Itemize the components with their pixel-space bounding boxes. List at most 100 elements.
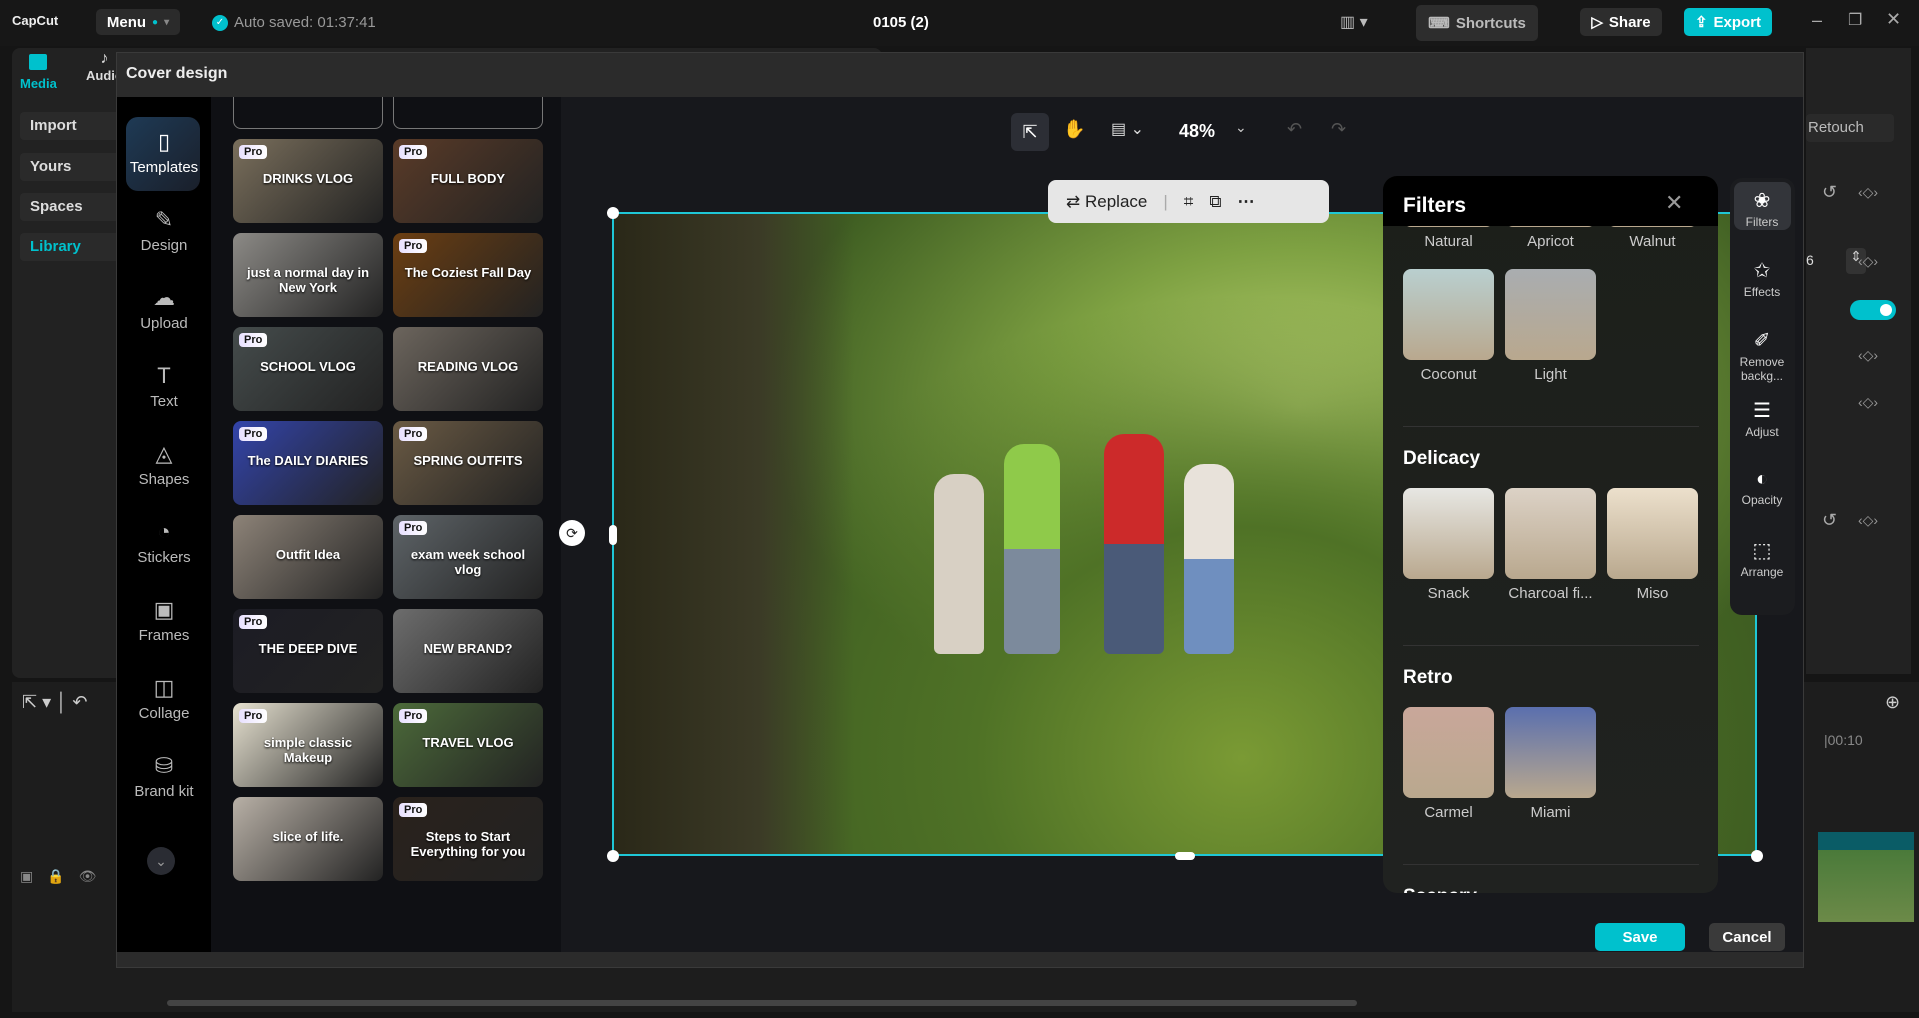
template-title: READING VLOG <box>417 359 519 374</box>
tab-media[interactable]: Media <box>20 50 57 91</box>
resize-handle[interactable] <box>609 525 617 545</box>
video-clip[interactable] <box>1818 832 1914 922</box>
tool-brand-kit[interactable]: ⛁ Brand kit <box>126 753 202 800</box>
template-title: slice of life. <box>272 829 344 844</box>
template-card[interactable]: Pro THE DEEP DIVE <box>233 609 383 693</box>
template-card[interactable] <box>393 97 543 129</box>
tool-remove-background[interactable]: ✐ Remove backg... <box>1730 328 1794 383</box>
select-tool-icon[interactable]: ⇱ ▾ │ ↶ <box>22 692 87 713</box>
tool-text[interactable]: T Text <box>126 363 202 410</box>
right-tool-column: ❀ Filters ✩ Effects ✐ Remove backg... ☰ Adjust ◐… <box>1730 178 1795 615</box>
hand-tool-icon[interactable]: ✋ <box>1063 119 1085 140</box>
more-icon[interactable]: ⋯ <box>1238 192 1255 212</box>
select-tool-button[interactable]: ⇱ <box>1011 113 1049 151</box>
tool-effects[interactable]: ✩ Effects <box>1730 258 1794 299</box>
resize-handle[interactable] <box>1175 852 1195 860</box>
keyframe-icon[interactable]: ‹◇› <box>1858 184 1878 201</box>
rotate-handle-icon[interactable]: ⟳ <box>559 520 585 546</box>
template-card[interactable]: Pro FULL BODY <box>393 139 543 223</box>
shortcuts-button[interactable]: ⌨ Shortcuts <box>1416 5 1538 41</box>
undo-icon[interactable]: ↶ <box>1287 119 1302 140</box>
template-card[interactable]: Pro exam week school vlog <box>393 515 543 599</box>
keyframe-icon[interactable]: ‹◇› <box>1858 347 1878 364</box>
filter-item[interactable]: Miami <box>1505 707 1596 821</box>
keyframe-icon[interactable]: ‹◇› <box>1858 253 1878 270</box>
template-card[interactable]: Outfit Idea <box>233 515 383 599</box>
close-icon[interactable]: ✕ <box>1665 190 1683 216</box>
filter-label: Walnut <box>1629 233 1676 250</box>
resize-handle[interactable] <box>607 207 619 219</box>
layout-icon[interactable]: ▤ ⌄ <box>1111 119 1144 139</box>
keyframe-icon[interactable]: ‹◇› <box>1858 394 1878 411</box>
template-card[interactable] <box>233 97 383 129</box>
layout-icon[interactable]: ▥ ▾ <box>1340 12 1368 32</box>
value-input[interactable]: 6 <box>1806 252 1814 268</box>
filter-item[interactable]: Charcoal fi... <box>1505 488 1596 602</box>
scroll-down-button[interactable]: ⌄ <box>147 847 175 875</box>
duplicate-icon[interactable]: ⧉ <box>1209 192 1221 212</box>
zoom-dropdown-icon[interactable]: ⌄ <box>1235 119 1247 136</box>
minimize-button[interactable]: – <box>1812 10 1822 31</box>
tool-label: Collage <box>138 705 190 722</box>
menu-button[interactable]: Menu ● ▾ <box>96 9 180 35</box>
template-card[interactable]: Pro The DAILY DIARIES <box>233 421 383 505</box>
collage-icon: ◫ <box>153 675 175 700</box>
template-card[interactable]: slice of life. <box>233 797 383 881</box>
zoom-in-icon[interactable]: ⊕ <box>1885 692 1900 713</box>
cancel-button[interactable]: Cancel <box>1709 923 1785 951</box>
tool-label: Templates <box>129 159 199 176</box>
keyframe-icon[interactable]: ‹◇› <box>1858 512 1878 529</box>
tool-arrange[interactable]: ⬚ Arrange <box>1730 538 1794 579</box>
pro-badge: Pro <box>399 145 428 159</box>
reset-icon[interactable]: ↺ <box>1822 510 1837 531</box>
redo-icon[interactable]: ↷ <box>1331 119 1346 140</box>
template-title: DRINKS VLOG <box>262 171 354 186</box>
template-card[interactable]: Pro SPRING OUTFITS <box>393 421 543 505</box>
filter-item[interactable]: Light <box>1505 269 1596 383</box>
tool-filters[interactable]: ❀ Filters <box>1730 188 1794 229</box>
close-button[interactable]: ✕ <box>1886 9 1901 30</box>
tool-collage[interactable]: ◫ Collage <box>126 675 202 722</box>
filter-item[interactable]: Miso <box>1607 488 1698 602</box>
resize-handle[interactable] <box>607 850 619 862</box>
toggle-switch[interactable] <box>1850 300 1896 320</box>
export-button[interactable]: ⇪ Export <box>1684 8 1772 36</box>
template-card[interactable]: just a normal day in New York <box>233 233 383 317</box>
template-card[interactable]: Pro TRAVEL VLOG <box>393 703 543 787</box>
timeline-scrollbar[interactable] <box>167 1000 1357 1006</box>
template-title: The DAILY DIARIES <box>247 453 369 468</box>
crop-icon[interactable]: ⌗ <box>1184 192 1194 212</box>
template-card[interactable]: NEW BRAND? <box>393 609 543 693</box>
tool-opacity[interactable]: ◐ Opacity <box>1730 468 1794 507</box>
templates-icon: ▯ <box>157 129 171 154</box>
track-controls[interactable]: ▣🔒👁 <box>20 868 110 885</box>
tool-label: Filters <box>1745 215 1779 229</box>
retouch-tab[interactable]: Retouch <box>1806 114 1894 142</box>
filter-item[interactable]: Carmel <box>1403 707 1494 821</box>
save-button[interactable]: Save <box>1595 923 1685 951</box>
tool-frames[interactable]: ▣ Frames <box>126 597 202 644</box>
restore-button[interactable]: ❐ <box>1848 10 1862 30</box>
share-button[interactable]: ▷ Share <box>1580 8 1662 36</box>
template-card[interactable]: READING VLOG <box>393 327 543 411</box>
stickers-icon: ◔ <box>157 519 171 544</box>
filter-item[interactable]: Snack <box>1403 488 1494 602</box>
filter-item[interactable]: Coconut <box>1403 269 1494 383</box>
tool-stickers[interactable]: ◔ Stickers <box>126 519 202 566</box>
template-card[interactable]: Pro simple classic Makeup <box>233 703 383 787</box>
resize-handle[interactable] <box>1751 850 1763 862</box>
tool-templates[interactable]: ▯ Templates <box>126 129 202 176</box>
template-card[interactable]: Pro SCHOOL VLOG <box>233 327 383 411</box>
tool-label: Effects <box>1743 285 1781 299</box>
template-card[interactable]: Pro Steps to Start Everything for you <box>393 797 543 881</box>
tool-design[interactable]: ✎ Design <box>126 207 202 254</box>
replace-button[interactable]: ⇄ Replace <box>1066 192 1147 212</box>
template-card[interactable]: Pro DRINKS VLOG <box>233 139 383 223</box>
tool-upload[interactable]: ☁ Upload <box>126 285 202 332</box>
reset-icon[interactable]: ↺ <box>1822 182 1837 203</box>
zoom-level[interactable]: 48% <box>1179 121 1215 142</box>
template-card[interactable]: Pro The Coziest Fall Day <box>393 233 543 317</box>
filter-label: Charcoal fi... <box>1508 585 1593 602</box>
tool-adjust[interactable]: ☰ Adjust <box>1730 398 1794 439</box>
tool-shapes[interactable]: ◬ Shapes <box>126 441 202 488</box>
